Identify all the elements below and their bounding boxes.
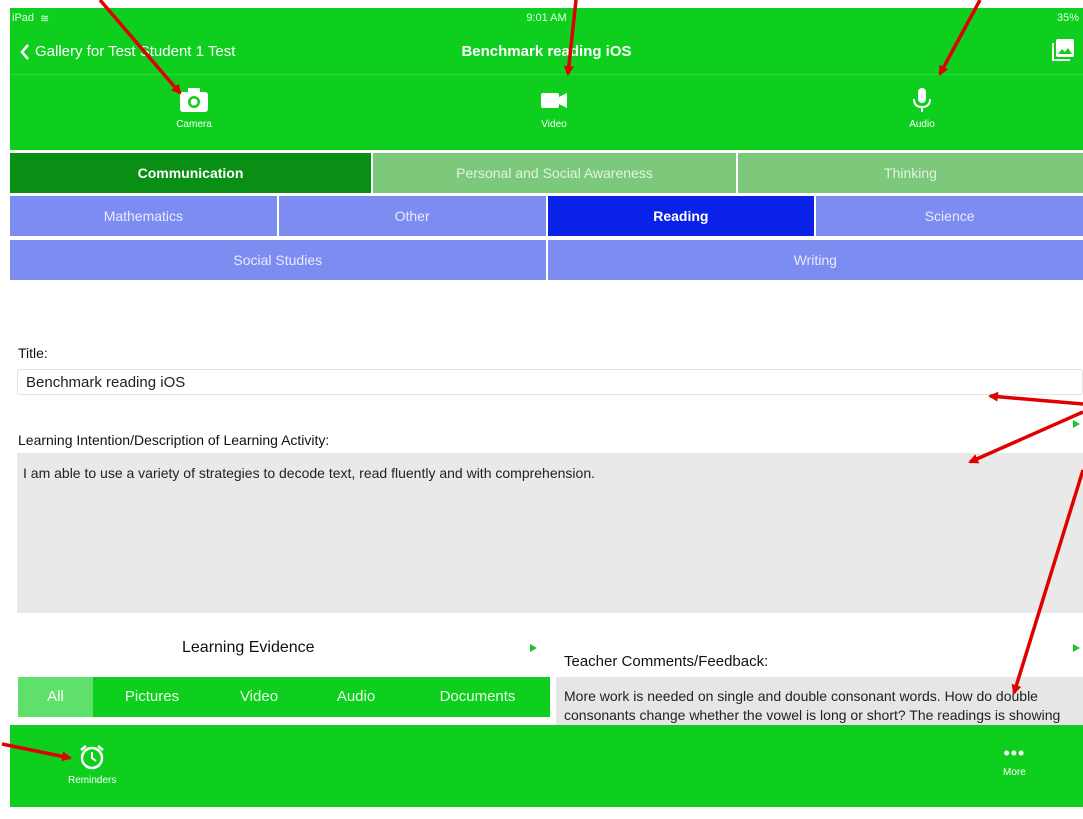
microphone-icon [913,88,931,112]
tab-communication[interactable]: Communication [10,153,373,193]
video-camera-icon [541,93,567,108]
media-toolbar: Camera Video Audio [10,74,1083,150]
feedback-label: Teacher Comments/Feedback: [564,653,769,670]
evidence-expand-icon[interactable] [530,644,537,652]
intention-label: Learning Intention/Description of Learni… [18,432,330,448]
tab-other[interactable]: Other [278,196,548,236]
audio-button[interactable]: Audio [862,87,982,130]
intention-expand-icon[interactable] [1073,420,1080,428]
evidence-title: Learning Evidence [182,639,315,656]
video-button[interactable]: Video [494,87,614,130]
evidence-filter-tabs: All Pictures Video Audio Documents [18,677,550,717]
tab-evidence-pictures[interactable]: Pictures [93,677,211,717]
tab-science[interactable]: Science [816,196,1083,236]
battery-label: 35% [1056,12,1079,24]
title-label: Title: [18,345,48,361]
nav-bar: Gallery for Test Student 1 Test Benchmar… [10,28,1083,74]
more-button[interactable]: ••• More [1003,743,1026,778]
reminders-label: Reminders [68,775,117,786]
subject-tabs-row-2: Social Studies Writing [10,240,1083,282]
tab-evidence-audio[interactable]: Audio [307,677,405,717]
core-competency-tabs: Communication Personal and Social Awaren… [10,153,1083,193]
page-title: Benchmark reading iOS [461,43,632,60]
intention-textarea[interactable]: I am able to use a variety of strategies… [17,453,1083,613]
camera-button[interactable]: Camera [134,87,254,130]
camera-icon [180,88,208,112]
reminders-button[interactable]: Reminders [68,743,116,786]
feedback-expand-icon[interactable] [1073,644,1080,652]
gallery-icon[interactable] [1051,38,1075,62]
camera-label: Camera [176,119,212,130]
tab-writing[interactable]: Writing [547,240,1083,280]
tab-evidence-documents[interactable]: Documents [405,677,550,717]
title-input[interactable]: Benchmark reading iOS [17,369,1083,395]
tab-social-studies[interactable]: Social Studies [10,240,548,280]
bottom-tab-bar: Reminders ••• More [10,725,1083,807]
status-bar: iPad ≋ 9:01 AM 35% [10,8,1083,28]
tab-evidence-video[interactable]: Video [211,677,307,717]
feedback-textarea[interactable]: More work is needed on single and double… [556,677,1083,729]
audio-label: Audio [909,119,935,130]
tab-personal-social-awareness[interactable]: Personal and Social Awareness [373,153,738,193]
video-label: Video [541,119,567,130]
tab-mathematics[interactable]: Mathematics [10,196,279,236]
more-dots-icon: ••• [1003,743,1026,763]
clock: 9:01 AM [526,12,567,24]
tab-thinking[interactable]: Thinking [738,153,1083,193]
alarm-clock-icon [80,745,104,770]
tab-evidence-all[interactable]: All [18,677,93,717]
more-label: More [1003,767,1026,778]
tab-reading[interactable]: Reading [547,196,817,236]
subject-tabs-row-1: Mathematics Other Reading Science [10,196,1083,236]
